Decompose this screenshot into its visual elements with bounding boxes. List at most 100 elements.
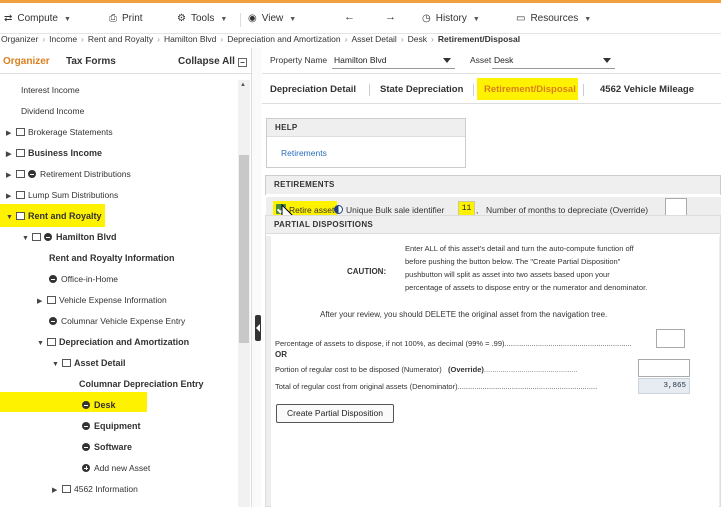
asset-select[interactable]: Desk <box>492 52 615 69</box>
breadcrumb-item[interactable]: Depreciation and Amortization <box>227 34 340 44</box>
tree-scrollbar[interactable]: ▲ <box>238 80 250 507</box>
tree-label: Software <box>94 442 133 452</box>
minus-circle-icon <box>82 401 90 409</box>
breadcrumb: Organizer › Income › Rent and Royalty › Hamilt… <box>0 34 721 48</box>
total-label: Total of regular cost from original asse… <box>275 382 598 391</box>
tree-item-4562-information[interactable]: ▶ 4562 Information <box>52 480 138 498</box>
collapse-panel-handle[interactable] <box>255 315 261 341</box>
tree-item-brokerage-statements[interactable]: ▶ Brokerage Statements <box>6 123 113 141</box>
minus-circle-icon <box>44 233 52 241</box>
tree-item-desk[interactable]: Desk <box>82 396 116 414</box>
toolbar-divider <box>240 13 241 27</box>
resources-menu[interactable]: ▭ Resources ▼ <box>516 13 591 24</box>
scrollbar-thumb[interactable] <box>239 155 249 343</box>
folder-icon <box>16 128 25 136</box>
forward-arrow-icon[interactable]: → <box>385 11 396 23</box>
tree-item-add-new-asset[interactable]: Add new Asset <box>82 459 150 477</box>
tree-item-depreciation-amortization[interactable]: ▼ Depreciation and Amortization <box>37 333 189 351</box>
tab-separator <box>583 84 584 96</box>
tree-item-rent-and-royalty[interactable]: ▼ Rent and Royalty <box>6 207 102 225</box>
compute-icon: ⇄ <box>4 13 13 24</box>
tree-item-retirement-distributions[interactable]: ▶ Retirement Distributions <box>6 165 131 183</box>
panel-divider <box>251 48 261 507</box>
tree-item-columnar-vehicle-expense[interactable]: Columnar Vehicle Expense Entry <box>49 312 185 330</box>
tab-depreciation-detail[interactable]: Depreciation Detail <box>270 84 356 95</box>
after-review-text: After your review, you should DELETE the… <box>320 310 608 319</box>
tree-item-equipment[interactable]: Equipment <box>82 417 141 435</box>
tree-label: Rent and Royalty Information <box>49 253 175 263</box>
portion-input[interactable] <box>638 359 690 377</box>
tree-item-office-in-home[interactable]: Office-in-Home <box>49 270 118 288</box>
caution-line: Enter ALL of this asset's detail and tur… <box>405 244 634 253</box>
retirements-header: RETIREMENTS <box>266 176 720 194</box>
collapse-all-button[interactable]: Collapse All − <box>178 56 247 67</box>
chevron-down-icon: ▼ <box>584 16 592 23</box>
tree-item-software[interactable]: Software <box>82 438 132 456</box>
info-icon[interactable] <box>334 205 343 214</box>
tree-label: Columnar Vehicle Expense Entry <box>61 316 186 326</box>
minus-circle-icon <box>28 170 36 178</box>
history-menu[interactable]: ◷ History ▼ <box>422 13 480 24</box>
tree-item-lump-sum-distributions[interactable]: ▶ Lump Sum Distributions <box>6 186 118 204</box>
tree-item-columnar-depreciation[interactable]: Columnar Depreciation Entry <box>79 375 204 393</box>
tree-label: 4562 Information <box>74 484 138 494</box>
scroll-up-icon[interactable]: ▲ <box>240 82 246 88</box>
minus-box-icon: − <box>237 58 247 67</box>
tree-item-business-income[interactable]: ▶ Business Income <box>6 144 102 162</box>
breadcrumb-separator: › <box>157 34 160 44</box>
book-icon: ▭ <box>516 13 526 24</box>
chevron-down-icon: ▼ <box>22 235 29 242</box>
chevron-right-icon: ▶ <box>6 172 12 179</box>
history-label: History <box>435 13 467 24</box>
portion-dots: ........................................… <box>483 365 578 374</box>
retirements-help-link[interactable]: Retirements <box>281 148 327 158</box>
tree-item-asset-detail[interactable]: ▼ Asset Detail <box>52 354 126 372</box>
folder-icon <box>47 338 56 346</box>
tree-item-vehicle-expense-information[interactable]: ▶ Vehicle Expense Information <box>37 291 167 309</box>
folder-icon <box>62 485 71 493</box>
property-name-select[interactable]: Hamilton Blvd <box>332 52 455 69</box>
percentage-input[interactable] <box>656 329 685 348</box>
breadcrumb-item[interactable]: Desk <box>408 34 427 44</box>
tree-label: Brokerage Statements <box>28 127 113 137</box>
left-panel-header: Organizer Tax Forms Collapse All − <box>0 48 251 74</box>
compute-menu[interactable]: ⇄ Compute ▼ <box>4 13 71 24</box>
tree-item-dividend-income[interactable]: Dividend Income <box>21 102 84 120</box>
back-arrow-icon[interactable]: ← <box>344 11 355 23</box>
resources-label: Resources <box>530 13 579 24</box>
caution-label: CAUTION: <box>347 267 387 276</box>
tab-retirement-disposal[interactable]: Retirement/Disposal <box>484 84 576 95</box>
folder-icon <box>47 296 56 304</box>
collapse-all-label: Collapse All <box>178 56 235 67</box>
breadcrumb-item[interactable]: Hamilton Blvd <box>164 34 216 44</box>
chevron-down-icon: ▼ <box>52 361 59 368</box>
tab-state-depreciation[interactable]: State Depreciation <box>380 84 463 95</box>
tree-label: Hamilton Blvd <box>56 232 117 242</box>
folder-icon <box>16 149 25 157</box>
chevron-down-icon: ▼ <box>472 16 480 23</box>
caution-text: Enter ALL of this asset's detail and tur… <box>405 242 715 294</box>
tree-label: Retirement Distributions <box>40 169 131 179</box>
breadcrumb-item[interactable]: Rent and Royalty <box>88 34 153 44</box>
folder-icon <box>32 233 41 241</box>
print-label: Print <box>122 13 143 24</box>
create-partial-disposition-button[interactable]: Create Partial Disposition <box>276 404 394 423</box>
print-button[interactable]: ⎙ Print <box>109 13 143 24</box>
tab-organizer[interactable]: Organizer <box>3 56 50 67</box>
tab-4562-vehicle-mileage[interactable]: 4562 Vehicle Mileage <box>600 84 694 95</box>
tree-item-interest-income[interactable]: Interest Income <box>21 81 80 99</box>
dropdown-arrow-icon <box>603 58 611 63</box>
asset-value: Desk <box>494 55 514 65</box>
breadcrumb-item[interactable]: Asset Detail <box>351 34 396 44</box>
view-menu[interactable]: ◉ View ▼ <box>248 13 296 24</box>
breadcrumb-item[interactable]: Income <box>49 34 77 44</box>
tree-item-hamilton-blvd[interactable]: ▼ Hamilton Blvd <box>22 228 117 246</box>
tree-item-rent-royalty-information[interactable]: Rent and Royalty Information <box>49 249 175 267</box>
main-content: Property Name Hamilton Blvd Asset Desk D… <box>262 48 721 507</box>
tools-menu[interactable]: ⚙ Tools ▼ <box>177 13 227 24</box>
tree-label: Lump Sum Distributions <box>28 190 119 200</box>
breadcrumb-item[interactable]: Organizer <box>1 34 38 44</box>
breadcrumb-current: Retirement/Disposal <box>437 34 521 44</box>
tab-tax-forms[interactable]: Tax Forms <box>66 56 116 67</box>
tab-bar: Depreciation Detail State Depreciation R… <box>262 74 721 104</box>
